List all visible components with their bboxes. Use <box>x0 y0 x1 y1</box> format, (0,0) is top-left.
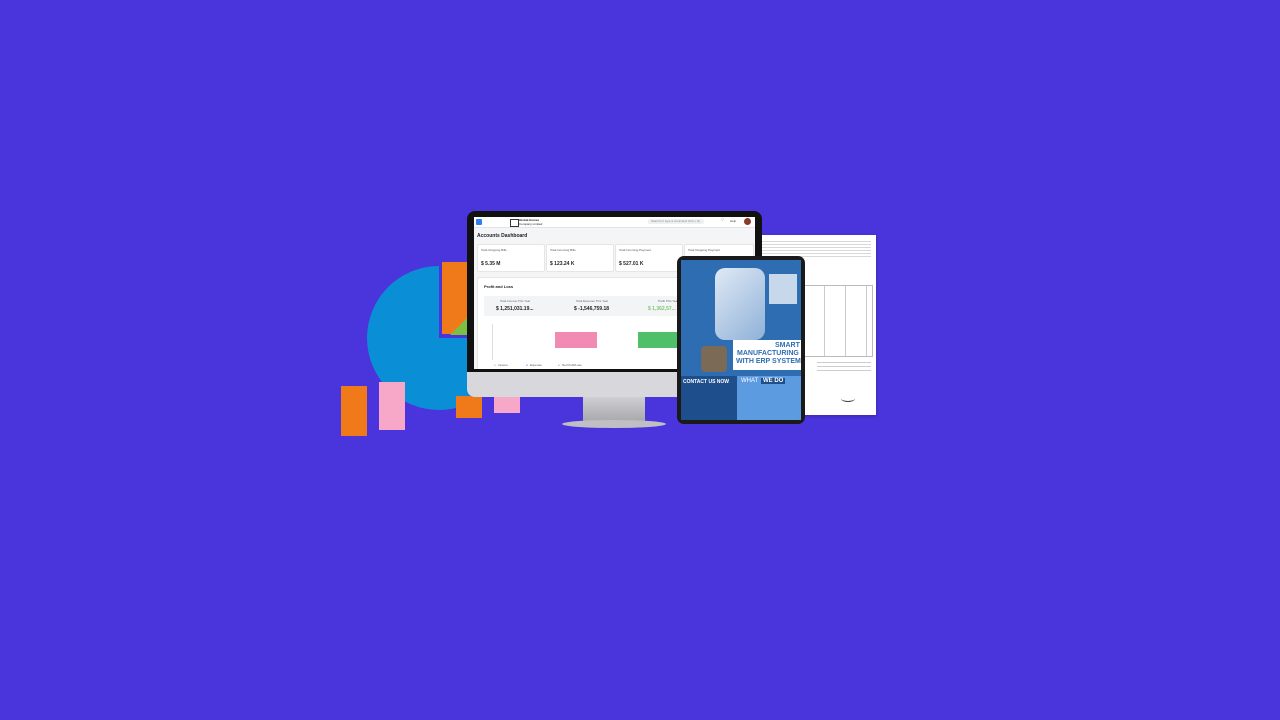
bell-icon[interactable]: ♢ <box>720 217 724 223</box>
brochure-photo <box>769 274 797 304</box>
legend-dot-icon: ● <box>494 363 496 367</box>
monitor-base <box>562 420 666 428</box>
contact-title: CONTACT US NOW <box>683 379 730 385</box>
kpi-label: Total Incoming Payment <box>619 248 652 252</box>
legend-expense: Expense <box>530 363 542 367</box>
kpi-label: Total Outgoing Payment <box>688 248 721 252</box>
top-navbar: Global Homes Company Limited Search or t… <box>474 217 755 228</box>
kpi-value: $ 123.24 K <box>550 261 575 267</box>
legend-income: Income <box>498 363 508 367</box>
pl-stat-label: Total Expense This Year <box>576 299 609 303</box>
net-profit-bar <box>638 332 680 348</box>
kpi-card[interactable]: Total Outgoing Bills $ 5.35 M <box>477 244 545 272</box>
pl-stat-label: Profit This Year <box>658 299 679 303</box>
kpi-card[interactable]: Total Incoming Payment $ 527.01 K <box>615 244 683 272</box>
chart-axis <box>492 324 493 360</box>
kpi-value: $ 5.35 M <box>481 261 501 267</box>
legend-dot-icon: ● <box>526 363 528 367</box>
search-placeholder: Search or type a command (Ctrl + G) <box>651 219 701 223</box>
orange-bar-graphic <box>341 386 367 436</box>
pink-bar-graphic <box>494 396 520 413</box>
what-label: WHAT <box>741 378 759 384</box>
company-subtitle: Company Limited <box>519 222 543 226</box>
search-input[interactable]: Search or type a command (Ctrl + G) <box>648 219 704 224</box>
app-logo-icon[interactable] <box>476 219 482 225</box>
green-wedge-graphic <box>450 318 467 335</box>
invoice-totals <box>817 359 871 373</box>
kpi-card[interactable]: Total Incoming Bills $ 123.24 K <box>546 244 614 272</box>
pl-stat-value: $ -1,546,759.18 <box>574 306 610 312</box>
monitor-stand <box>583 397 645 421</box>
brochure-headline: SMART <box>775 342 800 349</box>
kpi-value: $ 527.01 K <box>619 261 644 267</box>
profit-loss-title: Profit and Loss <box>484 284 514 289</box>
legend-net: Net Profit/Loss <box>562 363 582 367</box>
company-logo-icon <box>510 219 519 227</box>
income-bar <box>555 332 597 348</box>
brochure-photo <box>701 346 727 372</box>
brochure-photo <box>715 268 765 340</box>
pl-stat-value: $ 1,362,57... <box>648 306 676 312</box>
we-do-label: WE DO <box>761 378 786 384</box>
tablet-screen: SMART MANUFACTURING WITH ERP SYSTEM CONT… <box>681 260 801 420</box>
pl-stat-label: Total Income This Year <box>500 299 531 303</box>
pink-bar-graphic <box>379 382 405 430</box>
signature-mark <box>841 395 855 402</box>
kpi-label: Total Incoming Bills <box>550 248 576 252</box>
brochure-headline: MANUFACTURING <box>737 350 799 357</box>
brochure-headline: WITH ERP SYSTEM <box>736 358 801 365</box>
pl-stat-value: $ 1,251,031.19... <box>496 306 534 312</box>
legend-dot-icon: ● <box>558 363 560 367</box>
avatar[interactable] <box>744 218 751 225</box>
page-title: Accounts Dashboard <box>477 233 528 239</box>
kpi-label: Total Outgoing Bills <box>481 248 507 252</box>
orange-bar-graphic <box>456 396 482 418</box>
help-menu[interactable]: Help <box>730 219 736 223</box>
